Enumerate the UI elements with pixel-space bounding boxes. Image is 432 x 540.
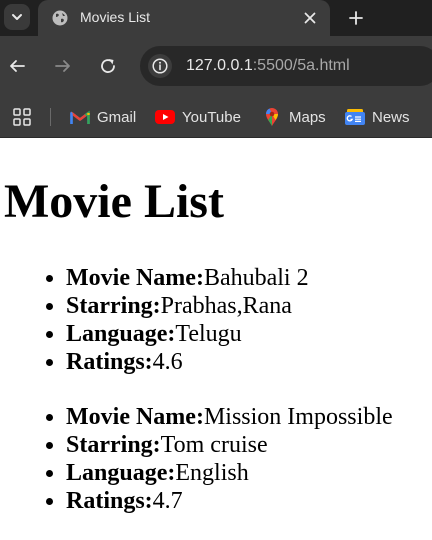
- language-value: English: [175, 460, 249, 486]
- language-label: Language:: [66, 321, 176, 347]
- reload-button[interactable]: [96, 54, 120, 78]
- bookmark-youtube[interactable]: YouTube: [155, 106, 241, 128]
- starring-label: Starring:: [66, 432, 161, 458]
- starring-label: Starring:: [66, 293, 161, 319]
- browser-chrome: Movies List 127.0.0.1:5500/5a.html Gmail…: [0, 0, 432, 138]
- bookmark-maps[interactable]: Maps: [262, 106, 326, 128]
- url-path: :5500/5a.html: [252, 57, 350, 74]
- list-item: Language:English: [66, 459, 393, 487]
- list-item: Starring:Tom cruise: [66, 431, 393, 459]
- language-label: Language:: [66, 460, 176, 486]
- news-icon: [345, 109, 365, 125]
- plus-icon: [349, 11, 363, 25]
- movie-list-mission-impossible: Movie Name:Mission Impossible Starring:T…: [0, 403, 393, 515]
- apps-grid-icon[interactable]: [12, 107, 32, 127]
- page-content: Movie List Movie Name:Bahubali 2 Starrin…: [0, 138, 432, 540]
- bookmark-label: Maps: [289, 108, 326, 126]
- starring-value: Prabhas,Rana: [160, 293, 292, 319]
- maps-icon: [262, 108, 282, 126]
- close-icon: [304, 12, 316, 24]
- chevron-down-icon: [12, 14, 22, 20]
- language-value: Telugu: [175, 321, 242, 347]
- forward-button[interactable]: [51, 54, 75, 78]
- list-item: Ratings:4.7: [66, 487, 393, 515]
- active-tab[interactable]: Movies List: [38, 0, 330, 36]
- new-tab-button[interactable]: [344, 6, 368, 30]
- gmail-icon: [70, 109, 90, 125]
- ratings-label: Ratings:: [66, 349, 153, 375]
- tab-title: Movies List: [80, 9, 151, 25]
- arrow-left-icon: [10, 60, 25, 72]
- bookmark-label: YouTube: [182, 108, 241, 126]
- back-button[interactable]: [5, 54, 29, 78]
- bookmarks-bar: Gmail YouTube Maps News: [0, 96, 432, 138]
- bookmark-news[interactable]: News: [345, 106, 410, 128]
- info-icon: [152, 58, 168, 74]
- bookmark-gmail[interactable]: Gmail: [70, 106, 136, 128]
- bookmark-label: News: [372, 108, 410, 126]
- site-info-button[interactable]: [148, 54, 172, 78]
- youtube-icon: [155, 109, 175, 125]
- movie-name-label: Movie Name:: [66, 404, 204, 430]
- tab-strip: Movies List: [0, 0, 432, 36]
- ratings-value: 4.7: [152, 488, 183, 514]
- tab-search-button[interactable]: [4, 4, 30, 30]
- url-host: 127.0.0.1: [186, 57, 253, 74]
- browser-toolbar: 127.0.0.1:5500/5a.html: [0, 36, 432, 96]
- movie-list-bahubali: Movie Name:Bahubali 2 Starring:Prabhas,R…: [0, 264, 309, 376]
- starring-value: Tom cruise: [160, 432, 268, 458]
- arrow-right-icon: [55, 60, 70, 72]
- reload-icon: [101, 59, 115, 73]
- movie-name-value: Bahubali 2: [203, 265, 309, 291]
- list-item: Movie Name:Bahubali 2: [66, 264, 309, 292]
- globe-icon: [52, 10, 68, 26]
- tab-close-button[interactable]: [300, 8, 320, 28]
- bookmarks-divider: [50, 108, 51, 126]
- list-item: Language:Telugu: [66, 320, 309, 348]
- ratings-label: Ratings:: [66, 488, 153, 514]
- url-text: 127.0.0.1:5500/5a.html: [186, 57, 350, 75]
- list-item: Ratings:4.6: [66, 348, 309, 376]
- bookmark-label: Gmail: [97, 108, 137, 126]
- movie-name-value: Mission Impossible: [203, 404, 393, 430]
- page-title: Movie List: [4, 175, 224, 228]
- list-item: Movie Name:Mission Impossible: [66, 403, 393, 431]
- movie-name-label: Movie Name:: [66, 265, 204, 291]
- address-bar[interactable]: 127.0.0.1:5500/5a.html: [140, 46, 432, 86]
- ratings-value: 4.6: [152, 349, 183, 375]
- list-item: Starring:Prabhas,Rana: [66, 292, 309, 320]
